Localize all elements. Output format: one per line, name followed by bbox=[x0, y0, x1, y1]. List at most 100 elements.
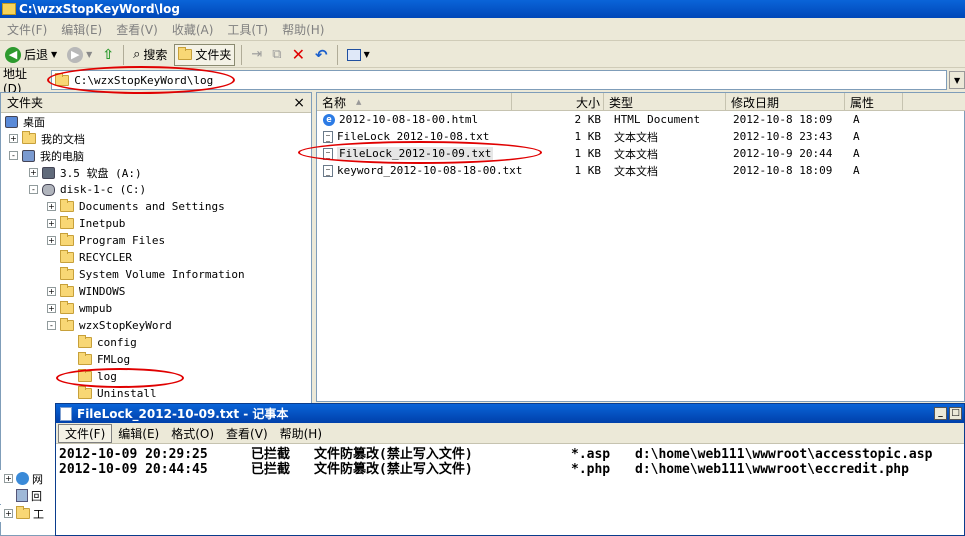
notepad-title-bar[interactable]: FileLock_2012-10-09.txt - 记事本 _ □ bbox=[56, 404, 964, 423]
menu-help[interactable]: 帮助(H) bbox=[275, 21, 331, 38]
window-title: C:\wzxStopKeyWord\log bbox=[19, 2, 180, 16]
file-attributes: A bbox=[853, 130, 860, 143]
tree-item-label: 我的电脑 bbox=[40, 149, 84, 163]
copy-to-button[interactable]: ⧉ bbox=[269, 44, 284, 66]
move-to-button[interactable]: ⇥ bbox=[248, 44, 265, 66]
expand-icon[interactable]: + bbox=[47, 219, 56, 228]
tree-item[interactable]: 桌面 bbox=[5, 113, 46, 130]
collapse-icon[interactable]: - bbox=[29, 185, 38, 194]
tree-item-partial[interactable]: 回 bbox=[0, 487, 55, 504]
file-row[interactable]: keyword_2012-10-08-18-00.txt 1 KB 文本文档 2012… bbox=[317, 162, 965, 179]
file-modified: 2012-10-8 23:43 bbox=[733, 130, 833, 143]
file-type: 文本文档 bbox=[614, 164, 658, 178]
tree-item[interactable]: + 我的文档 bbox=[9, 130, 86, 147]
tree-spacer bbox=[65, 338, 74, 347]
column-header-size[interactable]: 大小 bbox=[512, 93, 604, 111]
tree-item-label: 3.5 软盘 (A:) bbox=[60, 166, 142, 180]
tree-item[interactable]: - wzxStopKeyWord bbox=[47, 317, 173, 334]
views-button[interactable]: ▼ bbox=[344, 44, 373, 66]
expand-icon[interactable]: + bbox=[9, 134, 18, 143]
tree-item-label: Uninstall bbox=[97, 387, 157, 400]
log-time: 2012-10-09 20:29:25 bbox=[59, 447, 208, 462]
tree-item[interactable]: config bbox=[65, 334, 138, 351]
file-size: 1 KB bbox=[574, 147, 602, 160]
notepad-menu-edit[interactable]: 编辑(E) bbox=[112, 425, 165, 442]
folder-icon bbox=[60, 233, 74, 246]
up-button[interactable]: ⇧ bbox=[99, 44, 117, 66]
forward-button[interactable]: ▶ ▼ bbox=[64, 44, 95, 66]
tree-item[interactable]: + WINDOWS bbox=[47, 283, 126, 300]
file-type: 文本文档 bbox=[614, 147, 658, 161]
tree-item[interactable]: + Inetpub bbox=[47, 215, 126, 232]
folder-icon bbox=[60, 267, 74, 280]
menu-view[interactable]: 查看(V) bbox=[109, 21, 165, 38]
search-button[interactable]: ⌕ 搜索 bbox=[130, 44, 170, 66]
file-row[interactable]: FileLock_2012-10-09.txt 1 KB 文本文档 2012-10-9… bbox=[317, 145, 965, 162]
address-label: 地址(D) bbox=[3, 66, 28, 96]
maximize-button[interactable]: □ bbox=[949, 407, 962, 420]
undo-button[interactable]: ↶ bbox=[312, 44, 331, 66]
tree-item-label: disk-1-c (C:) bbox=[60, 183, 147, 196]
expand-icon[interactable]: + bbox=[29, 168, 38, 177]
tree-item-label: FMLog bbox=[97, 353, 131, 366]
tree-item-partial[interactable]: + 网 bbox=[0, 470, 55, 487]
tree-item[interactable]: - disk-1-c (C:) bbox=[29, 181, 147, 198]
tree-item[interactable]: Uninstall bbox=[65, 385, 158, 402]
close-icon[interactable]: × bbox=[293, 95, 305, 111]
text-file-icon bbox=[323, 147, 333, 160]
menu-edit[interactable]: 编辑(E) bbox=[54, 21, 109, 38]
collapse-icon[interactable]: - bbox=[47, 321, 56, 330]
back-button[interactable]: ◀ 后退 ▼ bbox=[2, 44, 60, 66]
expand-icon[interactable]: + bbox=[47, 236, 56, 245]
tree-item[interactable]: + Documents and Settings bbox=[47, 198, 226, 215]
address-dropdown-button[interactable]: ▼ bbox=[949, 71, 965, 89]
explorer-title-bar[interactable]: C:\wzxStopKeyWord\log bbox=[0, 0, 965, 18]
tree-item[interactable]: + wmpub bbox=[47, 300, 113, 317]
folders-button[interactable]: 文件夹 bbox=[174, 43, 236, 66]
column-header-type[interactable]: 类型 bbox=[604, 93, 726, 111]
expand-icon[interactable]: + bbox=[47, 287, 56, 296]
tree-item[interactable]: + Program Files bbox=[47, 232, 166, 249]
delete-button[interactable]: ✕ bbox=[289, 44, 308, 66]
desktop-icon bbox=[5, 115, 18, 128]
tree-item[interactable]: log bbox=[65, 368, 118, 385]
address-input[interactable]: C:\wzxStopKeyWord\log bbox=[51, 70, 948, 90]
expand-icon[interactable]: + bbox=[47, 202, 56, 211]
tree-item-label: 我的文档 bbox=[41, 132, 85, 146]
tree-item[interactable]: - 我的电脑 bbox=[9, 147, 85, 164]
notepad-text-area[interactable]: 2012-10-09 20:29:25 已拦截 文件防篡改(禁止写入文件) *.asp… bbox=[56, 444, 964, 480]
column-header-attributes[interactable]: 属性 bbox=[845, 93, 903, 111]
menu-file[interactable]: 文件(F) bbox=[0, 21, 54, 38]
text-file-icon bbox=[323, 164, 333, 177]
tree-item-partial[interactable]: + 工 bbox=[0, 505, 55, 522]
folder-icon bbox=[60, 318, 74, 331]
expand-icon[interactable]: + bbox=[47, 304, 56, 313]
tree-item[interactable]: RECYCLER bbox=[47, 249, 133, 266]
notepad-menu-view[interactable]: 查看(V) bbox=[220, 425, 274, 442]
notepad-menu-format[interactable]: 格式(O) bbox=[165, 425, 220, 442]
column-header-modified[interactable]: 修改日期 bbox=[726, 93, 845, 111]
tree-spacer bbox=[65, 372, 74, 381]
log-path: d:\home\web111\wwwroot\eccredit.php bbox=[635, 462, 909, 477]
column-header-name[interactable]: 名称 ▲ bbox=[317, 93, 512, 111]
file-modified: 2012-10-8 18:09 bbox=[733, 113, 833, 126]
folder-icon bbox=[60, 301, 74, 314]
file-modified: 2012-10-8 18:09 bbox=[733, 164, 833, 177]
folders-label: 文件夹 bbox=[195, 48, 232, 62]
log-line: 2012-10-09 20:44:45 已拦截 文件防篡改(禁止写入文件) *.php… bbox=[59, 462, 961, 477]
minimize-button[interactable]: _ bbox=[934, 407, 947, 420]
menu-tools[interactable]: 工具(T) bbox=[220, 21, 275, 38]
collapse-icon[interactable]: - bbox=[9, 151, 18, 160]
file-row[interactable]: FileLock_2012-10-08.txt 1 KB 文本文档 2012-10-8… bbox=[317, 128, 965, 145]
tree-item-label: 桌面 bbox=[23, 115, 45, 129]
tree-item[interactable]: FMLog bbox=[65, 351, 131, 368]
notepad-menu-file[interactable]: 文件(F) bbox=[58, 423, 113, 443]
menu-favorites[interactable]: 收藏(A) bbox=[165, 21, 221, 38]
tree-item[interactable]: System Volume Information bbox=[47, 266, 246, 283]
file-row[interactable]: e 2012-10-08-18-00.html 2 KB HTML Document 2… bbox=[317, 111, 965, 128]
notepad-menu-help[interactable]: 帮助(H) bbox=[274, 425, 328, 442]
tree-item-label: log bbox=[97, 370, 117, 383]
up-folder-icon: ⇧ bbox=[102, 46, 115, 63]
delete-icon: ✕ bbox=[291, 45, 305, 64]
tree-item[interactable]: +3.5 软盘 (A:) bbox=[29, 164, 143, 181]
